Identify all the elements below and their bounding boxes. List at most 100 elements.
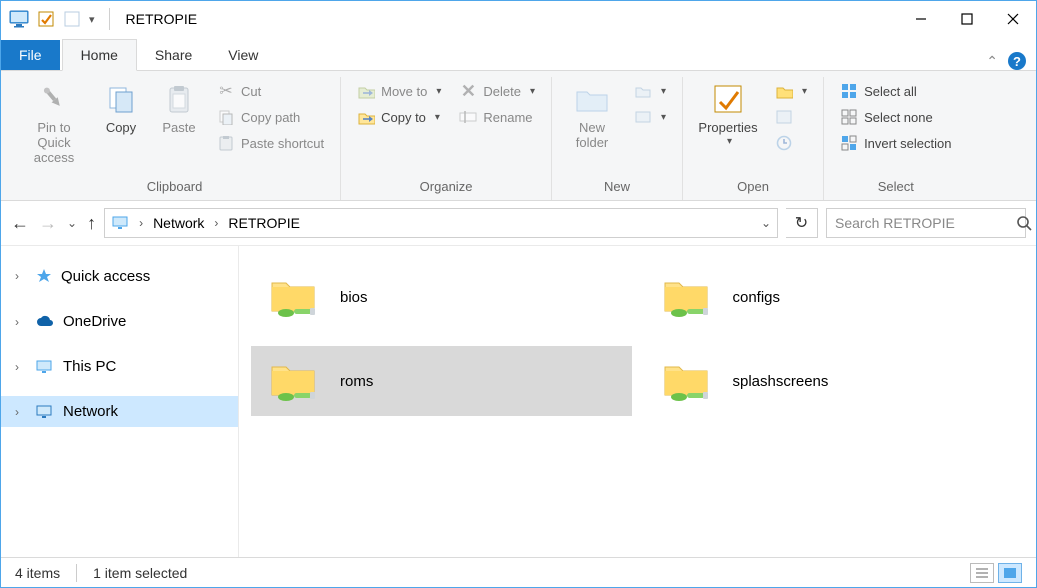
group-open: Properties ▾ ▾	[683, 77, 824, 200]
network-folder-icon	[659, 357, 715, 405]
new-item-button[interactable]: ▾	[628, 79, 672, 103]
sidebar-item-network[interactable]: › Network	[1, 396, 238, 427]
collapse-ribbon-icon[interactable]: ⌃	[986, 53, 998, 70]
large-icons-view-button[interactable]	[998, 563, 1022, 583]
open-button[interactable]: ▾	[769, 79, 813, 103]
maximize-button[interactable]	[944, 1, 990, 37]
select-all-icon	[840, 82, 858, 100]
pin-label: Pin to Quick access	[21, 121, 87, 166]
monitor-icon	[35, 359, 55, 375]
chevron-down-icon: ▾	[530, 86, 535, 97]
details-view-button[interactable]	[970, 563, 994, 583]
copy-to-button[interactable]: Copy to ▾	[351, 105, 447, 129]
tab-home[interactable]: Home	[62, 39, 137, 71]
refresh-button[interactable]: ↻	[786, 208, 818, 238]
properties-icon	[710, 81, 746, 117]
move-to-button[interactable]: Move to ▾	[351, 79, 447, 103]
titlebar: ▾ RETROPIE	[1, 1, 1036, 37]
help-button[interactable]: ?	[1008, 52, 1026, 70]
breadcrumb-network[interactable]: Network	[151, 215, 206, 231]
sidebar-item-quick-access[interactable]: › Quick access	[1, 260, 238, 292]
select-all-button[interactable]: Select all	[834, 79, 957, 103]
new-folder-icon	[574, 81, 610, 117]
chevron-down-icon[interactable]: ▾	[89, 13, 95, 26]
address-dropdown-icon[interactable]: ⌄	[761, 216, 771, 230]
edit-button[interactable]	[769, 105, 813, 129]
delete-icon: ✕	[459, 82, 477, 100]
expand-icon[interactable]: ›	[15, 405, 27, 419]
chevron-down-icon: ▾	[435, 112, 440, 123]
pin-icon	[36, 81, 72, 117]
forward-button[interactable]: →	[39, 213, 57, 234]
search-icon[interactable]	[1016, 215, 1032, 231]
properties-button[interactable]: Properties ▾	[693, 77, 763, 151]
status-selected-count: 1 item selected	[93, 565, 187, 581]
chevron-right-icon[interactable]: ›	[137, 216, 145, 230]
sidebar-item-onedrive[interactable]: › OneDrive	[1, 306, 238, 337]
paste-button[interactable]: Paste	[153, 77, 205, 140]
history-button[interactable]	[769, 131, 813, 155]
newfolder-quick-icon[interactable]	[63, 10, 81, 28]
folder-item[interactable]: bios	[251, 262, 632, 332]
up-button[interactable]: ↑	[87, 213, 96, 234]
tab-share[interactable]: Share	[137, 40, 210, 70]
sidebar-label: This PC	[63, 358, 116, 375]
search-input[interactable]	[835, 215, 1016, 231]
chevron-down-icon: ▾	[661, 112, 666, 123]
folder-item[interactable]: configs	[644, 262, 1025, 332]
recent-dropdown-icon[interactable]: ⌄	[67, 216, 77, 230]
move-to-icon	[357, 82, 375, 100]
items-view[interactable]: bios configs roms splashscreens	[239, 246, 1036, 557]
tab-file[interactable]: File	[1, 40, 60, 70]
group-select: Select all Select none Invert selection	[824, 77, 967, 200]
delete-button[interactable]: ✕ Delete ▾	[453, 79, 541, 103]
pin-to-quick-access-button[interactable]: Pin to Quick access	[19, 77, 89, 170]
network-folder-icon	[659, 273, 715, 321]
breadcrumb-retropie[interactable]: RETROPIE	[226, 215, 302, 231]
navigation-pane: › Quick access › OneDrive › Thi	[1, 246, 239, 557]
paste-shortcut-button[interactable]: Paste shortcut	[211, 131, 330, 155]
new-folder-button[interactable]: New folder	[562, 77, 622, 155]
folder-name: bios	[340, 289, 368, 306]
monitor-icon[interactable]	[9, 10, 29, 28]
minimize-button[interactable]	[898, 1, 944, 37]
copy-path-button[interactable]: Copy path	[211, 105, 330, 129]
sidebar-item-this-pc[interactable]: › This PC	[1, 351, 238, 382]
group-organize: Move to ▾ Copy to ▾ ✕ Delete	[341, 77, 552, 200]
sidebar-label: Quick access	[61, 268, 150, 285]
status-bar: 4 items 1 item selected	[1, 557, 1036, 587]
back-button[interactable]: ←	[11, 213, 29, 234]
group-label-select: Select	[878, 175, 914, 200]
expand-icon[interactable]: ›	[15, 360, 27, 374]
paste-label: Paste	[162, 121, 195, 136]
network-folder-icon	[266, 357, 322, 405]
easy-access-button[interactable]: ▾	[628, 105, 672, 129]
group-label-organize: Organize	[420, 175, 473, 200]
ribbon-tabs: File Home Share View ⌃ ?	[1, 37, 1036, 71]
chevron-right-icon[interactable]: ›	[212, 216, 220, 230]
close-button[interactable]	[990, 1, 1036, 37]
folder-item[interactable]: roms	[251, 346, 632, 416]
copy-icon	[103, 81, 139, 117]
folder-item[interactable]: splashscreens	[644, 346, 1025, 416]
cut-button[interactable]: ✂ Cut	[211, 79, 330, 103]
copy-to-icon	[357, 108, 375, 126]
copy-label: Copy	[106, 121, 136, 136]
folder-name: splashscreens	[733, 373, 829, 390]
separator	[76, 564, 77, 582]
copy-button[interactable]: Copy	[95, 77, 147, 140]
invert-selection-button[interactable]: Invert selection	[834, 131, 957, 155]
properties-quick-icon[interactable]	[37, 10, 55, 28]
navigation-bar: ← → ⌄ ↑ › Network › RETROPIE ⌄ ↻	[1, 201, 1036, 245]
ribbon: Pin to Quick access Copy Paste ✂	[1, 71, 1036, 201]
expand-icon[interactable]: ›	[15, 269, 27, 283]
invert-selection-icon	[840, 134, 858, 152]
rename-button[interactable]: Rename	[453, 105, 541, 129]
address-bar[interactable]: › Network › RETROPIE ⌄	[104, 208, 778, 238]
expand-icon[interactable]: ›	[15, 315, 27, 329]
search-box[interactable]	[826, 208, 1026, 238]
select-none-button[interactable]: Select none	[834, 105, 957, 129]
group-label-clipboard: Clipboard	[147, 175, 203, 200]
tab-view[interactable]: View	[210, 40, 276, 70]
window-title: RETROPIE	[126, 11, 198, 27]
